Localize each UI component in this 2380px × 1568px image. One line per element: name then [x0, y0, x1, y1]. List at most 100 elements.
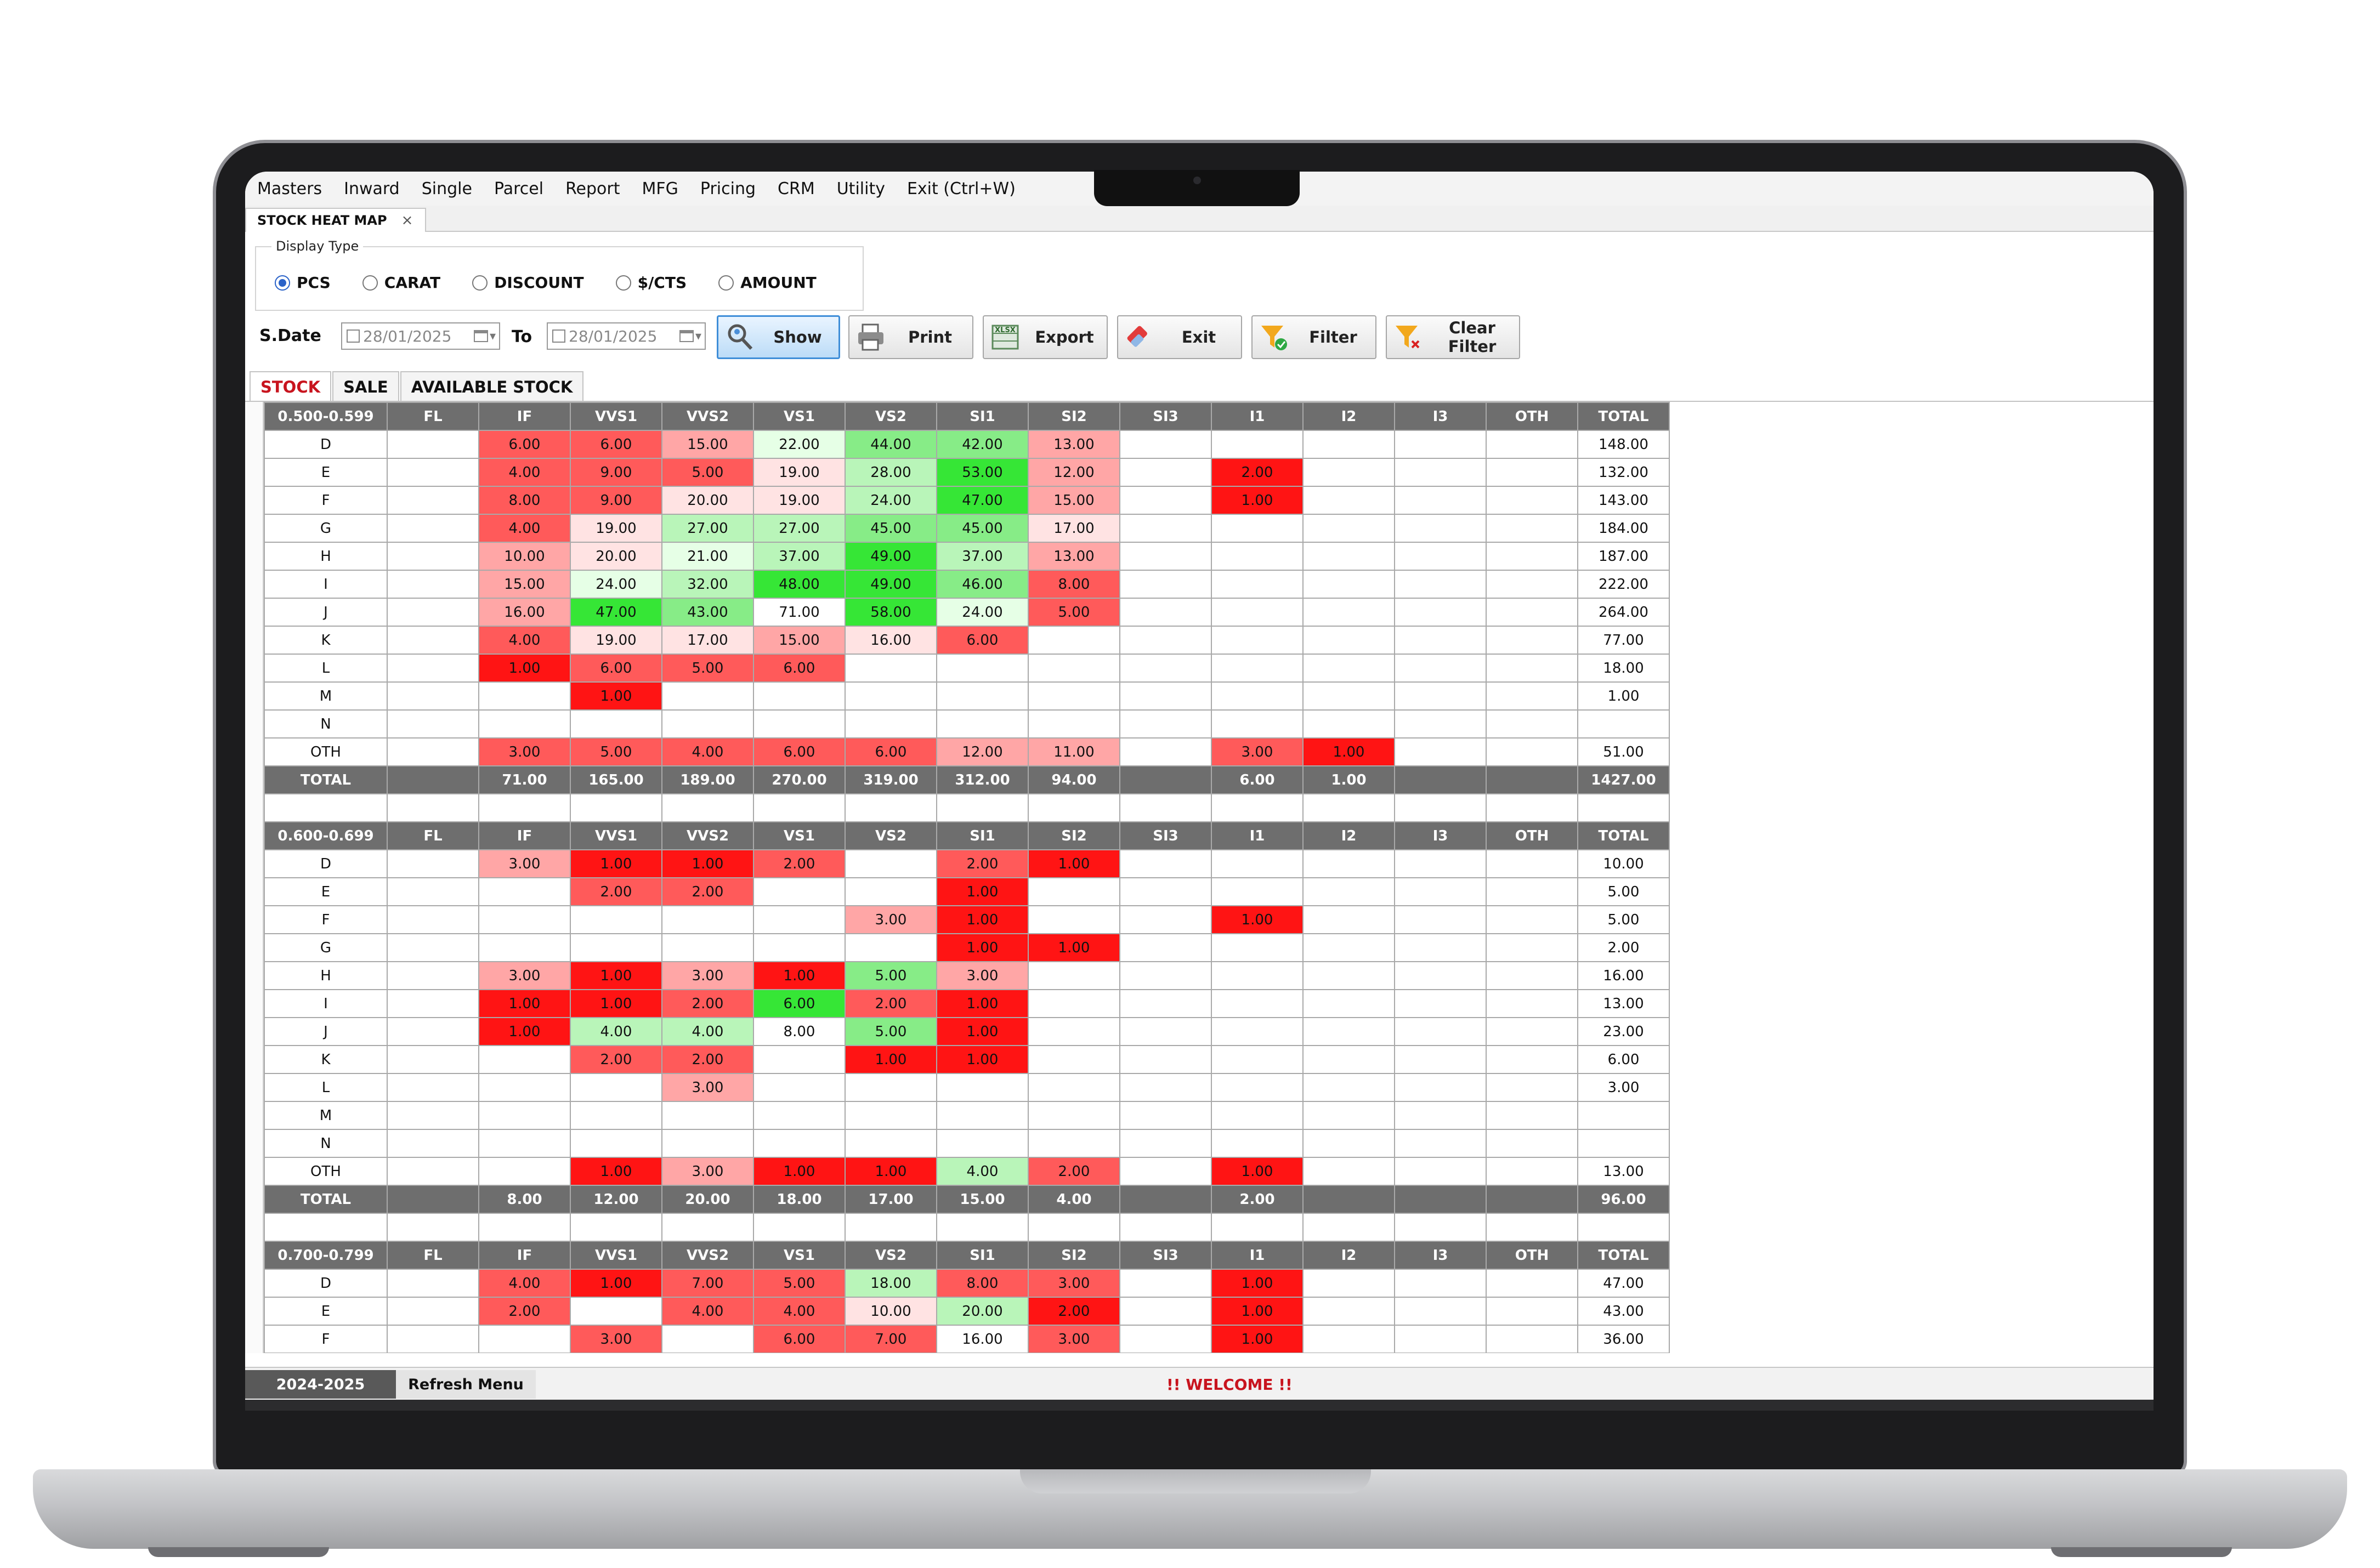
heat-cell[interactable]	[1119, 570, 1212, 599]
clarity-column-header[interactable]: I3	[1394, 1241, 1487, 1270]
heat-cell[interactable]	[1302, 626, 1395, 655]
heat-cell[interactable]: 5.00	[845, 1017, 937, 1046]
color-grade-cell[interactable]: OTH	[264, 1157, 388, 1186]
heat-cell[interactable]	[936, 709, 1029, 738]
clarity-column-header[interactable]: SI1	[936, 402, 1029, 431]
heat-cell[interactable]: 4.00	[753, 1297, 846, 1326]
color-grade-cell[interactable]: I	[264, 570, 388, 599]
heat-cell[interactable]: 1.00	[570, 989, 662, 1018]
radio-selected-icon[interactable]	[275, 275, 290, 291]
row-total-cell[interactable]	[1577, 1101, 1670, 1130]
size-range-header[interactable]: 0.700-0.799	[264, 1241, 388, 1270]
row-total-cell[interactable]: 187.00	[1577, 542, 1670, 571]
heat-cell[interactable]	[1028, 654, 1120, 683]
heat-cell[interactable]: 2.00	[1028, 1157, 1120, 1186]
heat-cell[interactable]	[1119, 933, 1212, 962]
heat-cell[interactable]: 3.00	[478, 961, 571, 990]
heat-cell[interactable]: 1.00	[478, 1017, 571, 1046]
tab-available-stock[interactable]: AVAILABLE STOCK	[400, 371, 584, 401]
clarity-column-header[interactable]: OTH	[1486, 821, 1578, 850]
heat-cell[interactable]	[1302, 598, 1395, 627]
heat-cell[interactable]: 1.00	[478, 989, 571, 1018]
color-grade-cell[interactable]: N	[264, 709, 388, 738]
row-total-cell[interactable]: 1.00	[1577, 681, 1670, 711]
column-total-cell[interactable]: 12.00	[570, 1185, 662, 1214]
row-total-cell[interactable]: 10.00	[1577, 849, 1670, 878]
heat-cell[interactable]: 16.00	[845, 626, 937, 655]
heat-cell[interactable]	[1486, 570, 1578, 599]
heat-cell[interactable]	[387, 961, 479, 990]
heat-cell[interactable]	[1394, 1297, 1487, 1326]
heat-cell[interactable]	[1302, 458, 1395, 487]
heat-cell[interactable]: 15.00	[753, 626, 846, 655]
clarity-column-header[interactable]: OTH	[1486, 402, 1578, 431]
heat-cell[interactable]	[1028, 905, 1120, 934]
heat-cell[interactable]	[570, 933, 662, 962]
menu-parcel[interactable]: Parcel	[494, 179, 543, 198]
heat-cell[interactable]: 32.00	[661, 570, 754, 599]
heat-cell[interactable]	[1394, 905, 1487, 934]
heat-cell[interactable]	[1302, 1269, 1395, 1298]
heat-cell[interactable]: 2.00	[570, 877, 662, 906]
heat-cell[interactable]	[1028, 626, 1120, 655]
clarity-column-header[interactable]: TOTAL	[1577, 402, 1670, 431]
color-grade-cell[interactable]: K	[264, 626, 388, 655]
end-date-picker[interactable]: 28/01/2025 ▾	[547, 322, 706, 350]
heat-cell[interactable]	[387, 542, 479, 571]
heat-cell[interactable]: 53.00	[936, 458, 1029, 487]
heat-cell[interactable]	[387, 1073, 479, 1102]
heat-cell[interactable]	[387, 1325, 479, 1353]
heat-cell[interactable]	[387, 570, 479, 599]
size-range-header[interactable]: 0.600-0.699	[264, 821, 388, 850]
heat-cell[interactable]: 20.00	[936, 1297, 1029, 1326]
heat-cell[interactable]	[1394, 681, 1487, 711]
heat-cell[interactable]: 6.00	[478, 430, 571, 459]
heat-cell[interactable]: 42.00	[936, 430, 1029, 459]
clarity-column-header[interactable]: I1	[1211, 402, 1304, 431]
color-grade-cell[interactable]: F	[264, 905, 388, 934]
heat-cell[interactable]	[1302, 1101, 1395, 1130]
column-total-cell[interactable]: 2.00	[1211, 1185, 1304, 1214]
column-total-cell[interactable]	[387, 765, 479, 794]
radio-pcs[interactable]: PCS	[275, 274, 331, 292]
heat-cell[interactable]: 58.00	[845, 598, 937, 627]
heat-cell[interactable]: 5.00	[753, 1269, 846, 1298]
heat-cell[interactable]: 1.00	[570, 961, 662, 990]
heat-cell[interactable]	[1302, 961, 1395, 990]
column-total-cell[interactable]	[1486, 1185, 1578, 1214]
heat-cell[interactable]: 1.00	[845, 1157, 937, 1186]
clarity-column-header[interactable]: VS2	[845, 402, 937, 431]
heat-cell[interactable]: 6.00	[753, 989, 846, 1018]
radio-icon[interactable]	[472, 275, 488, 291]
heat-cell[interactable]: 15.00	[478, 570, 571, 599]
heat-cell[interactable]: 4.00	[478, 514, 571, 543]
heat-cell[interactable]	[387, 709, 479, 738]
heat-cell[interactable]	[936, 681, 1029, 711]
heat-cell[interactable]	[387, 486, 479, 515]
clarity-column-header[interactable]: IF	[478, 821, 571, 850]
column-total-cell[interactable]: 20.00	[661, 1185, 754, 1214]
heat-cell[interactable]	[1119, 961, 1212, 990]
heat-cell[interactable]: 6.00	[570, 430, 662, 459]
heat-cell[interactable]	[1028, 877, 1120, 906]
heat-cell[interactable]: 4.00	[478, 626, 571, 655]
column-total-cell[interactable]: 165.00	[570, 765, 662, 794]
color-grade-cell[interactable]: F	[264, 486, 388, 515]
heat-cell[interactable]: 28.00	[845, 458, 937, 487]
row-total-cell[interactable]	[1577, 709, 1670, 738]
column-total-cell[interactable]: 1427.00	[1577, 765, 1670, 794]
row-total-cell[interactable]	[1577, 1129, 1670, 1158]
heat-cell[interactable]: 16.00	[478, 598, 571, 627]
clarity-column-header[interactable]: IF	[478, 1241, 571, 1270]
heat-cell[interactable]	[1394, 933, 1487, 962]
radio-price-per-carat[interactable]: $/CTS	[615, 274, 687, 292]
heat-cell[interactable]	[387, 989, 479, 1018]
heat-cell[interactable]	[1486, 1325, 1578, 1353]
heat-cell[interactable]: 8.00	[936, 1269, 1029, 1298]
clarity-column-header[interactable]: OTH	[1486, 1241, 1578, 1270]
heat-cell[interactable]	[1394, 486, 1487, 515]
column-total-cell[interactable]	[1394, 765, 1487, 794]
heat-cell[interactable]	[1211, 542, 1304, 571]
heat-cell[interactable]	[936, 1129, 1029, 1158]
column-total-cell[interactable]: 94.00	[1028, 765, 1120, 794]
